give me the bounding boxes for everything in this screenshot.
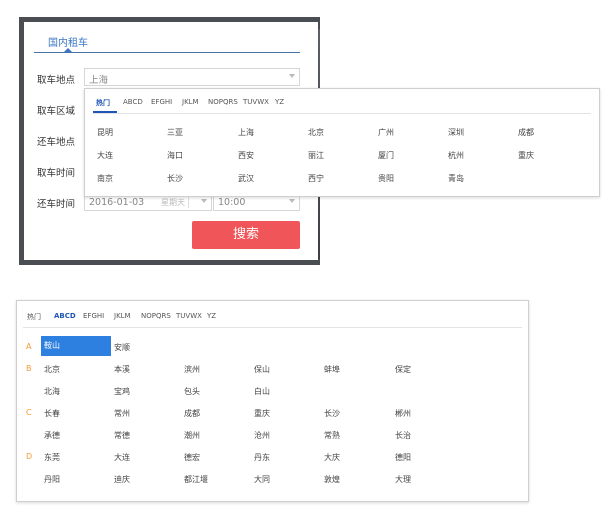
city-tab-bar: 热门 ABCD EFGHI JKLM NOPQRS TUVWX YZ [85, 89, 599, 113]
city-option[interactable]: 蚌埠 [324, 364, 340, 375]
city-option[interactable]: 承德 [44, 430, 60, 441]
city-option[interactable]: 重庆 [254, 408, 270, 419]
city-picker-popup: 热门 ABCD EFGHI JKLM NOPQRS TUVWX YZ 昆明 三亚 上… [84, 88, 600, 197]
city-option[interactable]: 常熟 [324, 430, 340, 441]
city-option[interactable]: 成都 [184, 408, 200, 419]
chevron-down-icon [289, 199, 295, 203]
city-option[interactable]: 南京 [97, 173, 113, 184]
city-option[interactable]: 滨州 [184, 364, 200, 375]
city-option[interactable]: 丽江 [308, 150, 324, 161]
city-option[interactable]: 昆明 [97, 127, 113, 138]
tab-caret-icon [64, 48, 72, 52]
pickup-location-label: 取车地点 [37, 75, 76, 86]
city-tab-jklm[interactable]: JKLM [182, 98, 199, 106]
city-option[interactable]: 武汉 [238, 173, 254, 184]
city-option[interactable]: 大庆 [324, 452, 340, 463]
city-option[interactable]: 长沙 [167, 173, 183, 184]
city-option[interactable]: 深圳 [448, 127, 464, 138]
city-tab-efghi[interactable]: EFGHI [83, 312, 104, 320]
city-option[interactable]: 西宁 [308, 173, 324, 184]
letter-heading: D [26, 452, 33, 461]
letter-heading: A [26, 342, 32, 351]
city-option[interactable]: 郴州 [395, 408, 411, 419]
return-date-value: 2016-01-03 [89, 197, 145, 208]
city-option[interactable]: 重庆 [518, 150, 534, 161]
tab-domestic-rental[interactable]: 国内租车 [48, 34, 88, 49]
city-tab-abcd[interactable]: ABCD [123, 98, 143, 106]
tab-bar: 国内租车 [34, 34, 300, 53]
city-option[interactable]: 广州 [378, 127, 394, 138]
city-tab-jklm[interactable]: JKLM [114, 312, 131, 320]
city-option[interactable]: 宝鸡 [114, 386, 130, 397]
pickup-area-label: 取车区域 [37, 106, 76, 117]
city-option[interactable]: 沧州 [254, 430, 270, 441]
city-option[interactable]: 大连 [114, 452, 130, 463]
city-option[interactable]: 常德 [114, 430, 130, 441]
city-option[interactable]: 杭州 [448, 150, 464, 161]
chevron-down-icon [201, 199, 207, 203]
city-option[interactable]: 大同 [254, 474, 270, 485]
field-divider [188, 197, 189, 208]
letter-heading: C [26, 408, 32, 417]
city-option[interactable]: 长沙 [324, 408, 340, 419]
city-option[interactable]: 海口 [167, 150, 183, 161]
city-tab-nopqrs[interactable]: NOPQRS [141, 312, 171, 320]
city-option[interactable]: 丹东 [254, 452, 270, 463]
city-option-selected[interactable]: 鞍山 [41, 336, 111, 356]
city-option[interactable]: 成都 [518, 127, 534, 138]
city-option[interactable]: 潮州 [184, 430, 200, 441]
city-option[interactable]: 迪庆 [114, 474, 130, 485]
city-option[interactable]: 白山 [254, 386, 270, 397]
pickup-time-label: 取车时间 [37, 168, 76, 179]
pickup-location-value: 上海 [89, 75, 109, 86]
city-option[interactable]: 德阳 [395, 452, 411, 463]
city-option[interactable]: 上海 [238, 127, 254, 138]
return-time-label: 还车时间 [37, 199, 76, 210]
city-option[interactable]: 包头 [184, 386, 200, 397]
city-option[interactable]: 保山 [254, 364, 270, 375]
city-tab-bar: 热门 ABCD EFGHI JKLM NOPQRS TUVWX YZ [17, 301, 528, 321]
pickup-location-field[interactable]: 上海 [84, 68, 300, 86]
city-option[interactable]: 常州 [114, 408, 130, 419]
city-tab-hot[interactable]: 热门 [27, 312, 41, 322]
city-tab-tuvwx[interactable]: TUVWX [243, 98, 269, 106]
city-option[interactable]: 大连 [97, 150, 113, 161]
city-option[interactable]: 长春 [44, 408, 60, 419]
return-location-label: 还车地点 [37, 137, 76, 148]
city-tab-abcd[interactable]: ABCD [54, 312, 76, 320]
city-option[interactable]: 北京 [44, 364, 60, 375]
city-option[interactable]: 大理 [395, 474, 411, 485]
tab-divider [23, 327, 522, 328]
city-option[interactable]: 丹阳 [44, 474, 60, 485]
city-option[interactable]: 德宏 [184, 452, 200, 463]
search-button[interactable]: 搜索 [192, 221, 300, 249]
city-option[interactable]: 保定 [395, 364, 411, 375]
city-tab-tuvwx[interactable]: TUVWX [176, 312, 202, 320]
city-tab-yz[interactable]: YZ [275, 98, 284, 106]
city-option[interactable]: 厦门 [378, 150, 394, 161]
city-option[interactable]: 长治 [395, 430, 411, 441]
return-time-value: 10:00 [218, 197, 246, 208]
letter-heading: B [26, 364, 32, 373]
city-picker-abcd-popup: 热门 ABCD EFGHI JKLM NOPQRS TUVWX YZ A 鞍山 安顺… [16, 300, 529, 502]
city-tab-nopqrs[interactable]: NOPQRS [208, 98, 238, 106]
city-option[interactable]: 北京 [308, 127, 324, 138]
city-option[interactable]: 西安 [238, 150, 254, 161]
city-option[interactable]: 敦煌 [324, 474, 340, 485]
city-tab-hot[interactable]: 热门 [96, 98, 110, 108]
city-option[interactable]: 本溪 [114, 364, 130, 375]
city-tab-efghi[interactable]: EFGHI [151, 98, 172, 106]
city-option[interactable]: 东莞 [44, 452, 60, 463]
return-weekday: 星期天 [161, 198, 185, 207]
chevron-down-icon [289, 74, 295, 78]
city-option[interactable]: 安顺 [114, 342, 130, 353]
city-option[interactable]: 北海 [44, 386, 60, 397]
city-option[interactable]: 三亚 [167, 127, 183, 138]
city-tab-yz[interactable]: YZ [207, 312, 216, 320]
city-option[interactable]: 都江堰 [184, 474, 208, 485]
city-option[interactable]: 贵阳 [378, 173, 394, 184]
city-option[interactable]: 青岛 [448, 173, 464, 184]
tab-divider [93, 113, 591, 114]
